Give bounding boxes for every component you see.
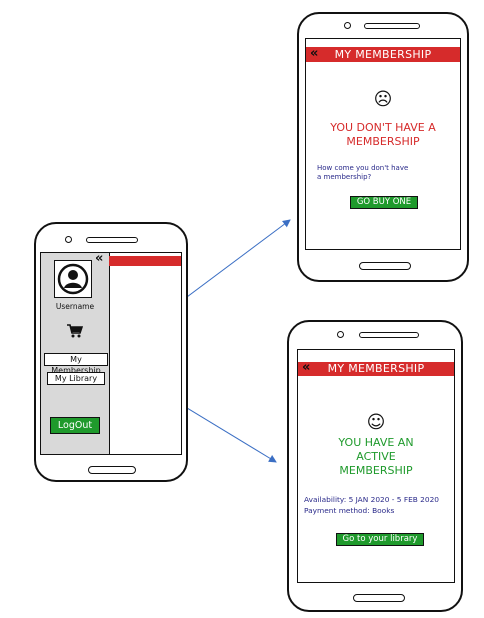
go-to-library-button[interactable]: Go to your library [336, 533, 424, 546]
menu-screen: Username My Membership My Library LogOut… [40, 252, 182, 455]
smile-face-icon: ☺ [366, 412, 386, 433]
phone-speaker [86, 237, 138, 243]
menu-back-button[interactable]: « [95, 253, 103, 266]
active-membership-screen: « MY MEMBERSHIP ☺ YOU HAVE AN ACTIVE MEM… [297, 349, 455, 583]
payment-method-text: Payment method: Books [304, 506, 395, 515]
phone-camera [65, 236, 72, 243]
sad-face-icon: ☹ [373, 89, 393, 110]
user-avatar-icon [57, 263, 89, 295]
page-title: MY MEMBERSHIP [327, 362, 425, 375]
no-membership-heading-line1: YOU DON'T HAVE A [330, 121, 436, 134]
home-button[interactable] [353, 594, 405, 602]
cart-icon[interactable] [67, 323, 84, 338]
active-membership-phone: « MY MEMBERSHIP ☺ YOU HAVE AN ACTIVE MEM… [287, 320, 463, 612]
phone-camera [344, 22, 351, 29]
active-heading-line2: ACTIVE [356, 450, 396, 463]
question-line1: How come you don't have [317, 164, 409, 172]
page-title: MY MEMBERSHIP [334, 48, 432, 61]
menu-red-bar [109, 256, 181, 266]
my-library-button[interactable]: My Library [47, 372, 105, 385]
avatar [54, 260, 92, 298]
home-button[interactable] [88, 466, 136, 474]
side-drawer: Username My Membership My Library LogOut [41, 253, 110, 454]
active-heading-line3: MEMBERSHIP [339, 464, 413, 477]
home-button[interactable] [359, 262, 411, 270]
my-membership-button[interactable]: My Membership [44, 353, 108, 375]
question-line2: a membership? [317, 173, 372, 181]
phone-camera [337, 331, 344, 338]
no-membership-screen: « MY MEMBERSHIP ☹ YOU DON'T HAVE A MEMBE… [305, 38, 461, 250]
active-heading-line1: YOU HAVE AN [338, 436, 414, 449]
no-membership-phone: « MY MEMBERSHIP ☹ YOU DON'T HAVE A MEMBE… [297, 12, 469, 282]
username-label: Username [55, 302, 95, 311]
no-membership-heading-line2: MEMBERSHIP [346, 135, 420, 148]
go-buy-one-button[interactable]: GO BUY ONE [350, 196, 418, 209]
no-membership-header: « MY MEMBERSHIP [306, 46, 460, 62]
phone-speaker [359, 332, 419, 338]
menu-phone: Username My Membership My Library LogOut… [34, 222, 188, 482]
logout-button[interactable]: LogOut [50, 417, 100, 434]
phone-speaker [364, 23, 420, 29]
active-membership-header: « MY MEMBERSHIP [298, 360, 454, 376]
availability-text: Availability: 5 JAN 2020 - 5 FEB 2020 [304, 495, 439, 504]
